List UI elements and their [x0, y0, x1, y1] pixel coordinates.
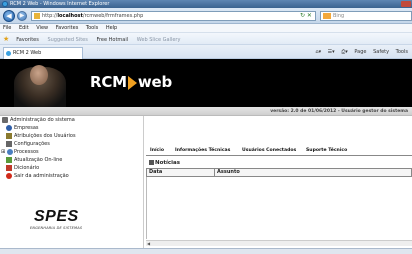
news-table-body — [146, 177, 412, 239]
feeds-icon[interactable]: ☰▾ — [328, 49, 335, 55]
news-table-header: Data Assunto — [146, 168, 412, 177]
admin-icon — [2, 117, 8, 123]
sidebar-item-label: Atribuições dos Usuários — [14, 133, 76, 139]
spes-logo: SPES ENGENHARIA DE SISTEMAS — [20, 208, 120, 234]
menu-file[interactable]: File — [3, 25, 11, 31]
logo-text: SPES — [34, 208, 79, 225]
sidebar-item-label: Atualização On-line — [14, 157, 63, 163]
command-page[interactable]: Page — [354, 49, 366, 55]
menu-edit[interactable]: Edit — [19, 25, 29, 31]
main-content: Início Informações Técnicas Usuários Con… — [146, 116, 412, 248]
home-icon[interactable]: ⌂▾ — [315, 49, 321, 55]
sidebar-item-label: Administração do sistema — [10, 117, 75, 123]
logo-subtext: ENGENHARIA DE SISTEMAS — [30, 226, 83, 230]
browser-tab[interactable]: RCM 2 Web — [3, 47, 83, 59]
page-banner: RCM web — [0, 59, 412, 107]
news-icon — [149, 160, 154, 165]
url-prefix: http:// — [42, 13, 58, 19]
column-header-subject[interactable]: Assunto — [217, 169, 240, 176]
address-toolbar: ◀ ▶ http://localhost/rcmweb/frmframes.ph… — [0, 8, 412, 24]
settings-icon — [6, 141, 12, 147]
exit-icon — [6, 173, 12, 179]
brand-arrow-icon — [127, 75, 137, 90]
url-host: localhost — [57, 13, 83, 19]
tab-usuarios-conectados[interactable]: Usuários Conectados — [242, 146, 296, 156]
sidebar-item-label: Processos — [14, 149, 39, 155]
print-icon[interactable]: ⎙▾ — [341, 49, 348, 55]
favorite-free-hotmail[interactable]: Free Hotmail — [96, 37, 128, 43]
column-header-date[interactable]: Data — [149, 169, 162, 176]
process-icon — [7, 149, 13, 155]
internet-explorer-icon — [2, 1, 8, 7]
window-title-bar: RCM 2 Web - Windows Internet Explorer — [0, 0, 412, 8]
sidebar-item-label: Dicionário — [14, 165, 40, 171]
forward-button[interactable]: ▶ — [17, 11, 27, 21]
tab-page-icon — [6, 51, 11, 56]
page-icon — [34, 13, 40, 19]
scroll-left-icon[interactable]: ◀ — [147, 241, 152, 246]
favorites-bar: ★ Favorites Suggested Sites Free Hotmail … — [0, 33, 412, 45]
refresh-icon[interactable]: ↻ ✕ — [300, 12, 312, 19]
menu-help[interactable]: Help — [106, 25, 117, 31]
status-bar — [0, 248, 412, 254]
window-close-button[interactable] — [401, 1, 411, 7]
sidebar-item-label: Empresas — [14, 125, 39, 131]
sidebar-item-label: Sair da administração — [14, 173, 69, 179]
sidebar: Administração do sistema Empresas Atribu… — [0, 116, 144, 248]
url-path: /rcmweb/frmframes.php — [82, 13, 144, 19]
back-button[interactable]: ◀ — [3, 10, 15, 22]
browser-tab-row: RCM 2 Web ⌂▾ ☰▾ ⎙▾ Page Safety Tools — [0, 45, 412, 59]
search-placeholder: Bing — [333, 13, 345, 19]
brand-left: RCM — [90, 73, 127, 91]
search-input[interactable]: Bing — [320, 11, 412, 21]
favorites-button[interactable]: Favorites — [16, 37, 39, 43]
browser-tab-label: RCM 2 Web — [13, 50, 42, 56]
favorite-web-slice-gallery[interactable]: Web Slice Gallery — [137, 37, 181, 43]
tab-inicio[interactable]: Início — [150, 146, 164, 156]
command-safety[interactable]: Safety — [373, 49, 389, 55]
menu-view[interactable]: View — [36, 25, 48, 31]
version-bar: versão: 2.0 de 01/06/2012 - Usuário gest… — [0, 107, 412, 116]
menu-favorites[interactable]: Favorites — [56, 25, 79, 31]
dictionary-icon — [6, 165, 12, 171]
company-icon — [6, 125, 12, 131]
update-icon — [6, 157, 12, 163]
bing-icon — [323, 13, 331, 19]
command-tools[interactable]: Tools — [396, 49, 408, 55]
address-bar[interactable]: http://localhost/rcmweb/frmframes.php — [31, 11, 316, 21]
favorites-star-icon: ★ — [3, 35, 10, 43]
expand-icon[interactable]: ⊞ — [1, 148, 5, 156]
tab-informacoes-tecnicas[interactable]: Informações Técnicas — [175, 146, 230, 156]
menu-bar: File Edit View Favorites Tools Help — [0, 24, 412, 33]
command-bar: ⌂▾ ☰▾ ⎙▾ Page Safety Tools — [310, 47, 408, 58]
content-tabs: Início Informações Técnicas Usuários Con… — [146, 146, 412, 156]
banner-photo-head — [30, 65, 48, 85]
tab-suporte-tecnico[interactable]: Suporte Técnico — [306, 146, 347, 156]
brand-logo: RCM web — [90, 73, 172, 91]
news-section-title: Notícias — [149, 160, 180, 166]
menu-tools[interactable]: Tools — [86, 25, 98, 31]
sidebar-item-label: Configurações — [14, 141, 50, 147]
window-title: RCM 2 Web - Windows Internet Explorer — [10, 1, 110, 7]
horizontal-scrollbar[interactable]: ◀ — [146, 240, 412, 246]
users-icon — [6, 133, 12, 139]
brand-right: web — [137, 73, 173, 91]
column-separator — [214, 169, 215, 176]
news-title-text: Notícias — [155, 160, 181, 166]
favorite-suggested-sites[interactable]: Suggested Sites — [47, 37, 87, 43]
